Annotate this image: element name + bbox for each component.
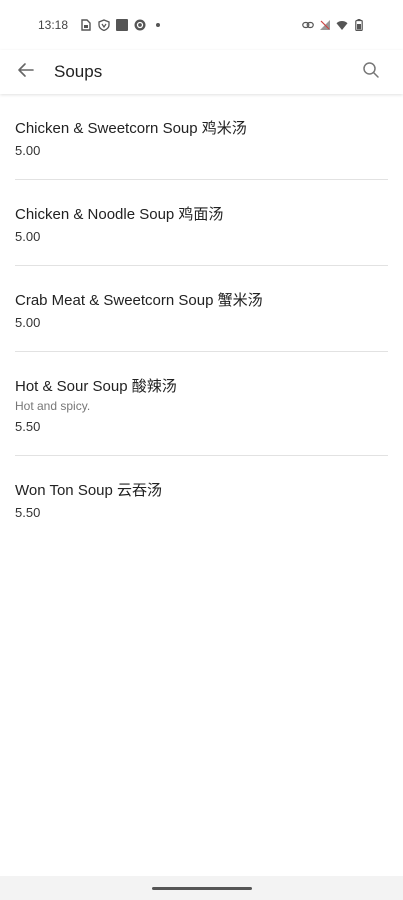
item-price: 5.50 (15, 505, 41, 520)
item-name: Chicken & Noodle Soup 鸡面汤 (15, 206, 224, 223)
search-button[interactable] (359, 60, 383, 84)
home-gesture-handle[interactable] (151, 886, 252, 890)
search-icon (362, 61, 380, 84)
status-bar: 13:18 (0, 0, 403, 50)
item-name: Crab Meat & Sweetcorn Soup 蟹米汤 (15, 292, 263, 309)
item-name: Hot & Sour Soup 酸辣汤 (15, 378, 177, 395)
sim-icon (80, 19, 92, 31)
gesture-nav-bar (0, 876, 403, 900)
item-name: Won Ton Soup 云吞汤 (15, 482, 163, 499)
item-name: Chicken & Sweetcorn Soup 鸡米汤 (15, 120, 247, 137)
item-price: 5.00 (15, 143, 41, 158)
status-left: 13:18 (38, 18, 161, 32)
menu-item-chicken-noodle-soup[interactable]: Chicken & Noodle Soup 鸡面汤 5.00 (15, 180, 388, 266)
item-price: 5.00 (15, 229, 41, 244)
item-description: Hot and spicy. (15, 399, 91, 413)
menu-list: Chicken & Sweetcorn Soup 鸡米汤 5.00 Chicke… (15, 94, 388, 541)
menu-item-crab-meat-sweetcorn-soup[interactable]: Crab Meat & Sweetcorn Soup 蟹米汤 5.00 (15, 266, 388, 352)
shield-icon (98, 19, 110, 31)
item-price: 5.50 (15, 419, 41, 434)
dot-icon (156, 23, 161, 27)
page-title: Soups (54, 62, 103, 81)
item-price: 5.00 (15, 315, 41, 330)
wifi-icon (336, 19, 348, 31)
square-icon (116, 19, 129, 31)
menu-item-chicken-sweetcorn-soup[interactable]: Chicken & Sweetcorn Soup 鸡米汤 5.00 (15, 94, 388, 180)
arrow-back-icon (16, 60, 36, 85)
menu-item-hot-sour-soup[interactable]: Hot & Sour Soup 酸辣汤 Hot and spicy. 5.50 (15, 352, 388, 456)
status-right (302, 19, 365, 31)
app-bar: Soups (0, 50, 403, 94)
status-time: 13:18 (38, 18, 69, 32)
battery-icon (353, 19, 365, 31)
link-icon (302, 19, 314, 31)
menu-item-won-ton-soup[interactable]: Won Ton Soup 云吞汤 5.50 (15, 456, 388, 541)
back-button[interactable] (14, 60, 38, 84)
no-sim-icon (319, 19, 331, 31)
sync-icon (134, 19, 146, 31)
